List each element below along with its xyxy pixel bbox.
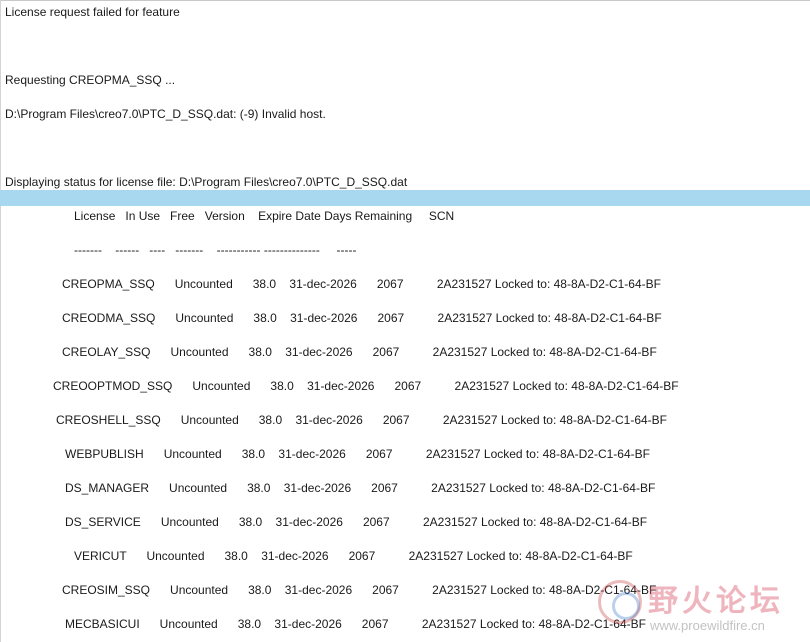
watermark-logo: 野火论坛 www.proewildfire.cn [598, 572, 810, 642]
table-row: CREODMA_SSQ Uncounted 38.0 31-dec-2026 2… [62, 311, 662, 325]
table-row: WEBPUBLISH Uncounted 38.0 31-dec-2026 20… [65, 447, 650, 461]
table-row: CREOSIM_SSQ Uncounted 38.0 31-dec-2026 2… [62, 583, 657, 597]
log-line-requesting: Requesting CREOPMA_SSQ ... [5, 73, 176, 87]
table-header: License In Use Free Version Expire Date … [74, 209, 455, 223]
watermark-url: www.proewildfire.cn [650, 618, 765, 633]
table-row: CREOLAY_SSQ Uncounted 38.0 31-dec-2026 2… [62, 345, 657, 359]
table-row: MECBASICUI Uncounted 38.0 31-dec-2026 20… [65, 617, 646, 631]
table-row: DS_MANAGER Uncounted 38.0 31-dec-2026 20… [65, 481, 656, 495]
selection-highlight-bar [0, 190, 810, 206]
logo-inner-ring-icon [612, 592, 640, 620]
table-row: VERICUT Uncounted 38.0 31-dec-2026 2067 … [74, 549, 633, 563]
log-line-displaying-status: Displaying status for license file: D:\P… [5, 175, 408, 189]
table-separator: ------- ------ ---- ------- ----------- … [74, 243, 357, 257]
table-row: CREOOPTMOD_SSQ Uncounted 38.0 31-dec-202… [53, 379, 679, 393]
top-border [0, 0, 810, 1]
table-row: CREOPMA_SSQ Uncounted 38.0 31-dec-2026 2… [62, 277, 661, 291]
table-row: DS_SERVICE Uncounted 38.0 31-dec-2026 20… [65, 515, 648, 529]
left-border [0, 0, 1, 642]
log-line-invalid-host: D:\Program Files\creo7.0\PTC_D_SSQ.dat: … [5, 107, 326, 121]
watermark-text: 野火论坛 [648, 584, 784, 619]
log-line-feature-failed: License request failed for feature [5, 5, 180, 19]
table-row: CREOSHELL_SSQ Uncounted 38.0 31-dec-2026… [56, 413, 667, 427]
